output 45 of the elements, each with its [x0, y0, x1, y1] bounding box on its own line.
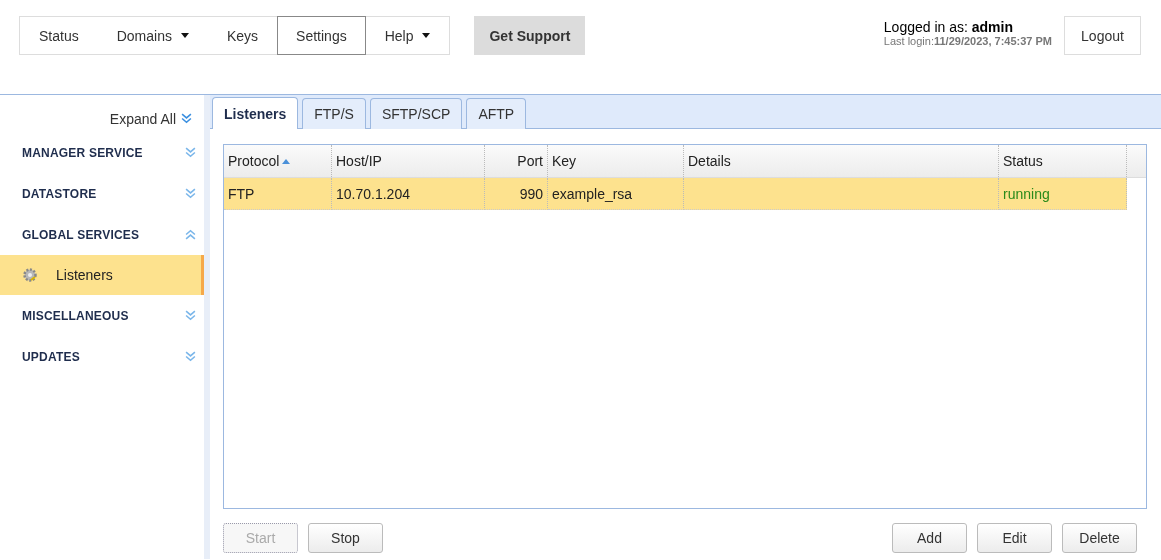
table-row[interactable]: FTP 10.70.1.204 990 example_rsa running [224, 178, 1127, 210]
tab[interactable]: SFTP/SCP [369, 98, 463, 129]
nav-item[interactable]: Domains [97, 17, 208, 54]
gear-icon [22, 267, 38, 283]
chevron-down-icon [185, 147, 196, 158]
sidebar-section[interactable]: DATASTORE [0, 173, 204, 214]
column-header[interactable]: Key [548, 145, 684, 177]
column-header[interactable]: Status [999, 145, 1127, 177]
nav-item[interactable]: Help [365, 17, 450, 54]
chevron-down-icon [185, 188, 196, 199]
table-cell: FTP [224, 178, 332, 210]
chevron-down-icon [181, 113, 192, 124]
last-login-text: Last login:11/29/2023, 7:45:37 PM [883, 35, 1052, 48]
nav-item[interactable]: Status [20, 17, 98, 54]
caret-icon [422, 33, 431, 38]
logout-button[interactable]: Logout [1064, 16, 1141, 55]
tab[interactable]: FTP/S [302, 98, 366, 129]
caret-icon [180, 33, 189, 38]
column-header[interactable]: Port [485, 145, 548, 177]
chevron-down-icon [185, 310, 196, 321]
chevron-up-icon [185, 229, 196, 240]
sidebar-section[interactable]: MANAGER SERVICE [0, 132, 204, 173]
action-button[interactable]: Add [892, 523, 967, 553]
expand-all-button[interactable]: Expand All [109, 95, 204, 132]
action-button[interactable]: Stop [308, 523, 383, 553]
tab[interactable]: AFTP [466, 98, 527, 129]
column-header[interactable]: Host/IP [332, 145, 485, 177]
chevron-down-icon [185, 351, 196, 362]
sidebar-item[interactable]: Listeners [0, 255, 204, 295]
logged-in-text: Logged in as: admin [883, 20, 1014, 35]
sidebar-section[interactable]: GLOBAL SERVICES [0, 214, 204, 255]
tab[interactable]: Listeners [212, 97, 299, 129]
table-cell: 990 [485, 178, 548, 210]
action-button[interactable]: Delete [1062, 523, 1137, 553]
column-header[interactable]: Details [684, 145, 999, 177]
table-cell: running [999, 178, 1127, 210]
sidebar-section[interactable]: UPDATES [0, 336, 204, 377]
nav-item[interactable]: Settings [277, 16, 366, 55]
get-support-button[interactable]: Get Support [474, 16, 586, 55]
nav-item[interactable]: Keys [207, 17, 278, 54]
column-header[interactable]: Protocol [224, 145, 332, 177]
sidebar-section[interactable]: MISCELLANEOUS [0, 295, 204, 336]
table-cell: 10.70.1.204 [332, 178, 485, 210]
table-cell: example_rsa [548, 178, 684, 210]
action-button[interactable]: Edit [977, 523, 1052, 553]
